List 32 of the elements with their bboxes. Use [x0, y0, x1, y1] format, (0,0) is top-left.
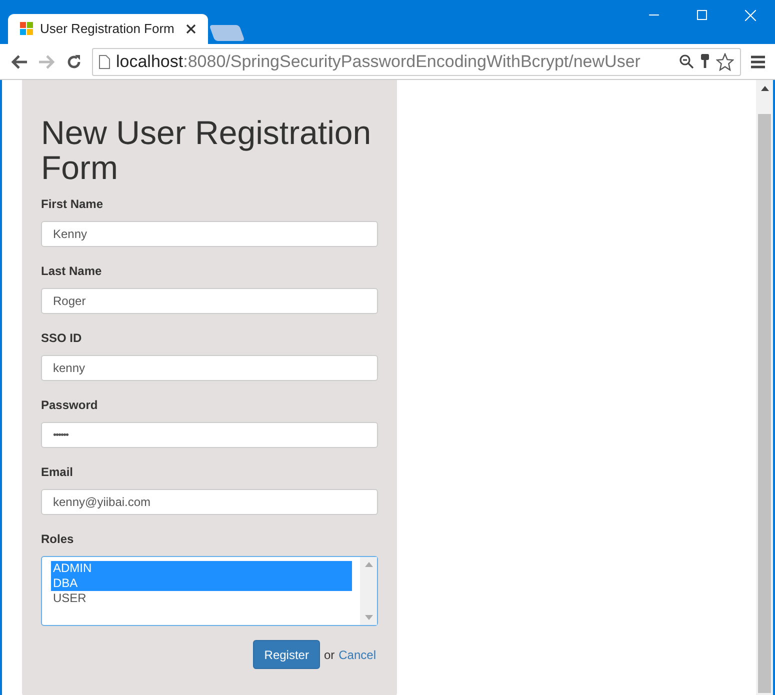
browser-tab[interactable]: User Registration Form: [8, 14, 208, 44]
input-field[interactable]: Kenny: [41, 221, 378, 247]
or-text: or: [324, 646, 335, 664]
back-arrow-icon[interactable]: [10, 54, 28, 70]
scroll-up-icon[interactable]: [760, 86, 768, 91]
reload-icon[interactable]: [66, 54, 82, 70]
zoom-out-icon[interactable]: [679, 54, 694, 69]
field-label: Roles: [41, 531, 75, 548]
close-icon[interactable]: [186, 24, 196, 34]
address-bar[interactable]: localhost:8080/SpringSecurityPasswordEncodingWithBcrypt/newUser: [92, 48, 741, 76]
maximize-icon[interactable]: [697, 10, 707, 20]
input-field[interactable]: Roger: [41, 288, 378, 314]
key-icon[interactable]: [700, 54, 710, 69]
star-icon[interactable]: [716, 52, 734, 70]
password-field[interactable]: ••••••: [41, 422, 378, 448]
form-title: New User Registration Form: [41, 115, 372, 185]
windows-logo-icon: [20, 22, 34, 36]
tab-title: User Registration Form: [40, 20, 176, 38]
input-field[interactable]: kenny: [41, 355, 378, 381]
roles-list[interactable]: ADMIN DBA USER: [41, 556, 378, 626]
url-text: localhost:8080/SpringSecurityPasswordEncodingWithBcrypt/newUser: [116, 50, 642, 73]
field-label: Last Name: [41, 263, 103, 280]
field-label: Email: [41, 464, 74, 481]
page-icon: [99, 54, 110, 68]
field-label: Password: [41, 397, 99, 414]
input-field[interactable]: kenny@yiibai.com: [41, 489, 378, 515]
register-button[interactable]: Register: [253, 640, 320, 669]
role-option[interactable]: USER: [51, 591, 352, 606]
new-tab-button[interactable]: [209, 25, 245, 41]
field-label: First Name: [41, 196, 104, 213]
field-label: SSO ID: [41, 330, 83, 347]
menu-icon[interactable]: [751, 54, 765, 68]
